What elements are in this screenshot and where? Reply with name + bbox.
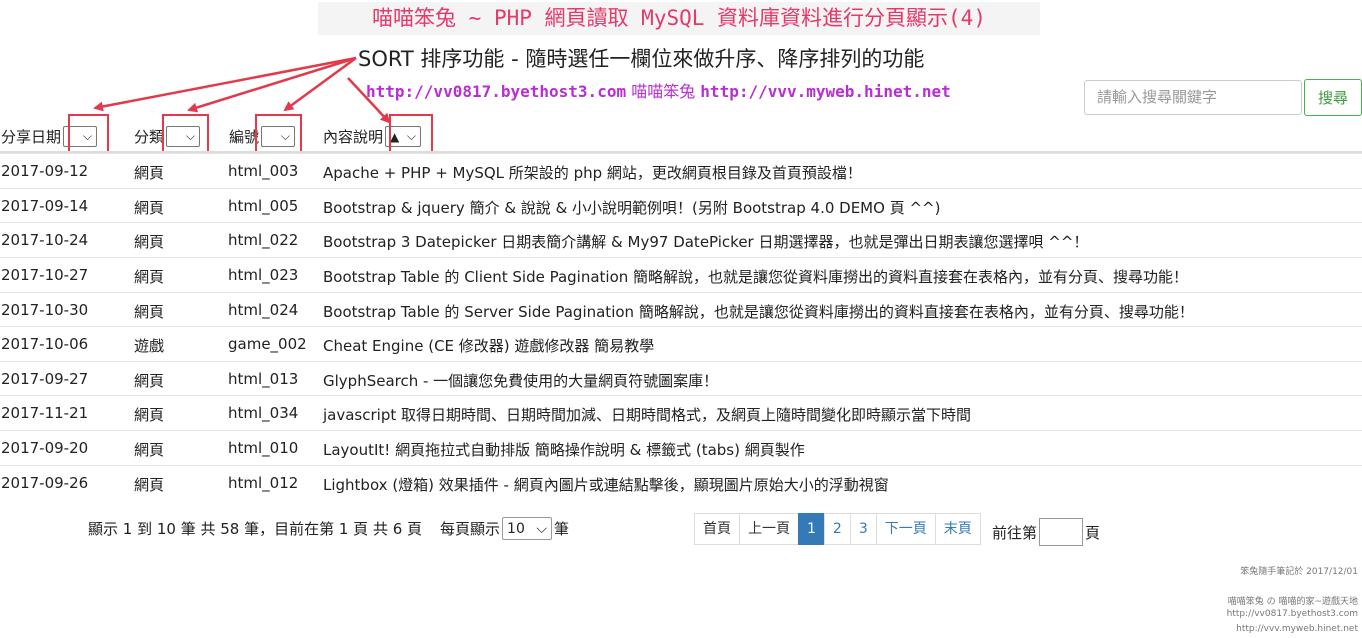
cell-id: html_034 [228, 404, 299, 422]
cell-date: 2017-11-21 [1, 404, 89, 422]
page-first[interactable]: 首頁 [694, 513, 740, 545]
chevron-down-icon: ⌵ [536, 520, 548, 537]
table-row: 2017-10-27 網頁 html_023 Bootstrap Table 的… [0, 257, 1362, 293]
cell-category: 網頁 [134, 164, 165, 182]
cell-category: 網頁 [134, 199, 165, 217]
page-3[interactable]: 3 [849, 513, 877, 545]
footer-line-3: http://vvv.myweb.hinet.net [1236, 624, 1358, 634]
pagination-info: 顯示 1 到 10 筆 共 58 筆，目前在第 1 頁 共 6 頁 每頁顯示 1… [88, 517, 569, 540]
goto-page: 前往第 頁 [992, 518, 1100, 546]
cell-category: 網頁 [134, 303, 165, 321]
table-row: 2017-09-26 網頁 html_012 Lightbox (燈箱) 效果插… [0, 465, 1362, 501]
cell-desc[interactable]: GlyphSearch - 一個讓您免費使用的大量網頁符號圖案庫！ [323, 370, 718, 391]
cell-category: 網頁 [134, 476, 165, 494]
cell-date: 2017-09-27 [1, 370, 89, 388]
footer-note: 笨兔隨手筆記於 2017/12/01 [1240, 567, 1358, 577]
cell-id: html_010 [228, 439, 299, 457]
cell-date: 2017-09-20 [1, 439, 89, 457]
footer-line-2: http://vv0817.byethost3.com [1226, 609, 1358, 619]
cell-desc[interactable]: Bootstrap 3 Datepicker 日期表簡介講解 & My97 Da… [323, 231, 1088, 252]
table-row: 2017-10-24 網頁 html_022 Bootstrap 3 Datep… [0, 222, 1362, 258]
page-next[interactable]: 下一頁 [875, 513, 936, 545]
cell-id: html_003 [228, 162, 299, 180]
cell-date: 2017-10-06 [1, 335, 89, 353]
cell-category: 網頁 [134, 268, 165, 286]
page-last[interactable]: 末頁 [934, 513, 981, 545]
table-row: 2017-09-20 網頁 html_010 LayoutIt! 網頁拖拉式自動… [0, 430, 1362, 466]
cell-id: html_022 [228, 231, 299, 249]
table-row: 2017-10-06 遊戲 game_002 Cheat Engine (CE … [0, 326, 1362, 362]
table-row: 2017-10-30 網頁 html_024 Bootstrap Table 的… [0, 292, 1362, 328]
page-prev[interactable]: 上一頁 [739, 513, 799, 545]
footer-line-1: 喵喵笨兔 の 喵喵的家~遊戲天地 [1227, 597, 1358, 607]
per-page-unit: 筆 [554, 520, 570, 538]
per-page-value: 10 [507, 520, 525, 537]
cell-category: 網頁 [134, 372, 165, 390]
cell-desc[interactable]: Apache + PHP + MySQL 所架設的 php 網站，更改網頁根目錄… [323, 162, 862, 183]
cell-desc[interactable]: Lightbox (燈箱) 效果插件 - 網頁內圖片或連結點擊後，顯現圖片原始大… [323, 474, 889, 495]
cell-date: 2017-09-14 [1, 197, 89, 215]
arrow-to-desc [347, 77, 391, 124]
cell-desc[interactable]: LayoutIt! 網頁拖拉式自動排版 簡略操作說明 & 標籤式 (tabs) … [323, 439, 805, 460]
cell-desc[interactable]: javascript 取得日期時間、日期時間加減、日期時間格式，及網頁上隨時間變… [323, 404, 971, 425]
arrow-to-date [93, 56, 357, 112]
page-1[interactable]: 1 [798, 513, 825, 545]
goto-page-input[interactable] [1039, 518, 1084, 546]
per-page-label: 每頁顯示 [440, 520, 501, 538]
cell-id: game_002 [228, 335, 307, 353]
cell-date: 2017-10-24 [1, 231, 89, 249]
cell-desc[interactable]: Bootstrap Table 的 Server Side Pagination… [323, 301, 1194, 322]
cell-id: html_023 [228, 266, 299, 284]
record-summary: 顯示 1 到 10 筆 共 58 筆，目前在第 1 頁 共 6 頁 [88, 520, 423, 538]
annotation-arrows [93, 56, 391, 124]
cell-category: 網頁 [134, 406, 165, 424]
goto-suffix: 頁 [1085, 523, 1101, 542]
cell-id: html_012 [228, 474, 299, 492]
goto-prefix: 前往第 [992, 523, 1038, 542]
cell-date: 2017-09-12 [1, 162, 89, 180]
cell-category: 遊戲 [134, 337, 165, 355]
cell-date: 2017-10-27 [1, 266, 89, 284]
table-row: 2017-09-27 網頁 html_013 GlyphSearch - 一個讓… [0, 361, 1362, 397]
pagination: 首頁 上一頁 1 2 3 下一頁 末頁 [694, 513, 981, 545]
table-row: 2017-09-14 網頁 html_005 Bootstrap & jquer… [0, 188, 1362, 224]
cell-date: 2017-10-30 [1, 301, 89, 319]
cell-desc[interactable]: Bootstrap & jquery 簡介 & 說說 & 小小說明範例唄！(另附… [323, 197, 940, 218]
cell-category: 網頁 [134, 441, 165, 459]
cell-category: 網頁 [134, 233, 165, 251]
per-page-select[interactable]: 10 ⌵ [502, 517, 553, 540]
cell-date: 2017-09-26 [1, 474, 89, 492]
cell-desc[interactable]: Cheat Engine (CE 修改器) 遊戲修改器 簡易教學 [323, 335, 654, 356]
page-2[interactable]: 2 [823, 513, 851, 545]
cell-desc[interactable]: Bootstrap Table 的 Client Side Pagination… [323, 266, 1188, 287]
cell-id: html_013 [228, 370, 299, 388]
cell-id: html_024 [228, 301, 299, 319]
table-row: 2017-09-12 網頁 html_003 Apache + PHP + My… [0, 153, 1362, 189]
table-row: 2017-11-21 網頁 html_034 javascript 取得日期時間… [0, 395, 1362, 431]
cell-id: html_005 [228, 197, 299, 215]
